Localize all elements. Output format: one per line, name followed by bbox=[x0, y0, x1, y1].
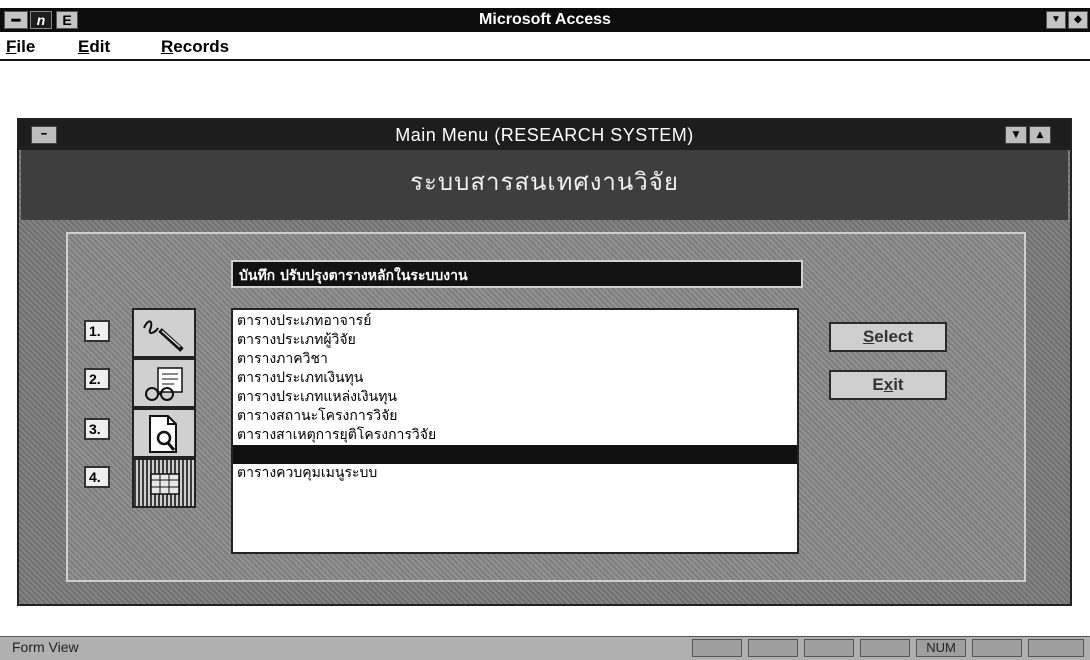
app-control-menu-button[interactable]: ━ bbox=[4, 11, 28, 29]
list-item[interactable]: ตารางประเภทผู้วิจัย bbox=[233, 331, 797, 350]
form-header: ระบบสารสนเทศงานวิจัย bbox=[21, 150, 1068, 220]
option-button-1[interactable] bbox=[132, 308, 196, 358]
app-title-bar: Microsoft Access bbox=[0, 8, 1090, 32]
list-item[interactable]: ตารางประเภทเงินทุน bbox=[233, 369, 797, 388]
table-icon bbox=[150, 473, 180, 495]
num-lock-indicator: NUM bbox=[916, 639, 966, 657]
app-minimize-button[interactable]: ▼ bbox=[1046, 11, 1066, 29]
menu-records[interactable]: Records bbox=[161, 37, 229, 57]
option-number-2: 2. bbox=[84, 368, 110, 390]
table-list-box[interactable]: ตารางประเภทอาจารย์ ตารางประเภทผู้วิจัย ต… bbox=[231, 308, 799, 554]
menu-edit[interactable]: Edit bbox=[78, 37, 110, 57]
pen-signature-icon bbox=[143, 320, 184, 352]
select-button[interactable]: Select bbox=[829, 322, 947, 352]
list-item[interactable]: ตารางควบคุมเมนูระบบ bbox=[233, 464, 797, 483]
status-panel bbox=[860, 639, 910, 657]
list-item[interactable]: ตารางสถานะโครงการวิจัย bbox=[233, 407, 797, 426]
main-menu-form-window: Main Menu (RESEARCH SYSTEM) ━ ▼ ▲ ระบบสา… bbox=[17, 118, 1072, 606]
menu-records-label: ecords bbox=[173, 37, 230, 56]
option-number-4: 4. bbox=[84, 466, 110, 488]
option-button-3[interactable] bbox=[132, 408, 196, 458]
menu-records-accelerator: R bbox=[161, 37, 174, 56]
exit-button-label: it bbox=[893, 375, 904, 394]
form-title-bar: Main Menu (RESEARCH SYSTEM) ━ ▼ ▲ bbox=[19, 120, 1070, 150]
exit-button-label-pre: E bbox=[872, 375, 884, 394]
select-button-accelerator: S bbox=[862, 327, 875, 346]
menu-bar: File Edit Records bbox=[0, 35, 1090, 61]
exit-button[interactable]: Exit bbox=[829, 370, 947, 400]
status-panel bbox=[1028, 639, 1084, 657]
menu-panel: บันทึก ปรับปรุงตารางหลักในระบบงาน 1. 2. … bbox=[66, 232, 1026, 582]
menu-file[interactable]: File bbox=[6, 37, 35, 57]
option-button-4[interactable] bbox=[132, 458, 196, 508]
list-item[interactable]: ตารางประเภทแหล่งเงินทุน bbox=[233, 388, 797, 407]
status-panel bbox=[692, 639, 742, 657]
status-panel bbox=[972, 639, 1022, 657]
select-button-label: elect bbox=[874, 327, 914, 346]
list-item[interactable]: ตารางสาเหตุการยุติโครงการวิจัย bbox=[233, 426, 797, 445]
exit-button-accelerator: x bbox=[883, 375, 894, 394]
status-panel bbox=[748, 639, 798, 657]
status-text: Form View bbox=[12, 639, 79, 655]
form-title: Main Menu (RESEARCH SYSTEM) bbox=[395, 125, 694, 145]
status-panel bbox=[804, 639, 854, 657]
menu-edit-label: dit bbox=[89, 37, 111, 56]
menu-edit-accelerator: E bbox=[78, 37, 90, 56]
form-maximize-button[interactable]: ▲ bbox=[1029, 126, 1051, 144]
list-item[interactable]: ตารางประเภทอาจารย์ bbox=[233, 312, 797, 331]
form-control-menu-button[interactable]: ━ bbox=[31, 126, 57, 144]
app-restore-button[interactable]: ◆ bbox=[1068, 11, 1088, 29]
option-number-1: 1. bbox=[84, 320, 110, 342]
list-item[interactable]: ตารางภาควิชา bbox=[233, 350, 797, 369]
option-button-2[interactable] bbox=[132, 358, 196, 408]
form-subtitle: ระบบสารสนเทศงานวิจัย bbox=[410, 168, 679, 196]
form-minimize-button[interactable]: ▼ bbox=[1005, 126, 1027, 144]
option-number-3: 3. bbox=[84, 418, 110, 440]
app-e-icon[interactable]: E bbox=[56, 11, 78, 29]
list-caption: บันทึก ปรับปรุงตารางหลักในระบบงาน bbox=[231, 260, 803, 288]
status-bar: Form View NUM bbox=[0, 636, 1090, 660]
app-n-icon[interactable]: n bbox=[30, 11, 52, 29]
app-title: Microsoft Access bbox=[479, 11, 611, 28]
glasses-document-icon bbox=[145, 367, 183, 401]
menu-file-label: ile bbox=[16, 37, 36, 56]
magnifier-document-icon bbox=[149, 415, 177, 453]
menu-file-accelerator: F bbox=[6, 37, 17, 56]
list-item-selected[interactable] bbox=[233, 445, 797, 464]
